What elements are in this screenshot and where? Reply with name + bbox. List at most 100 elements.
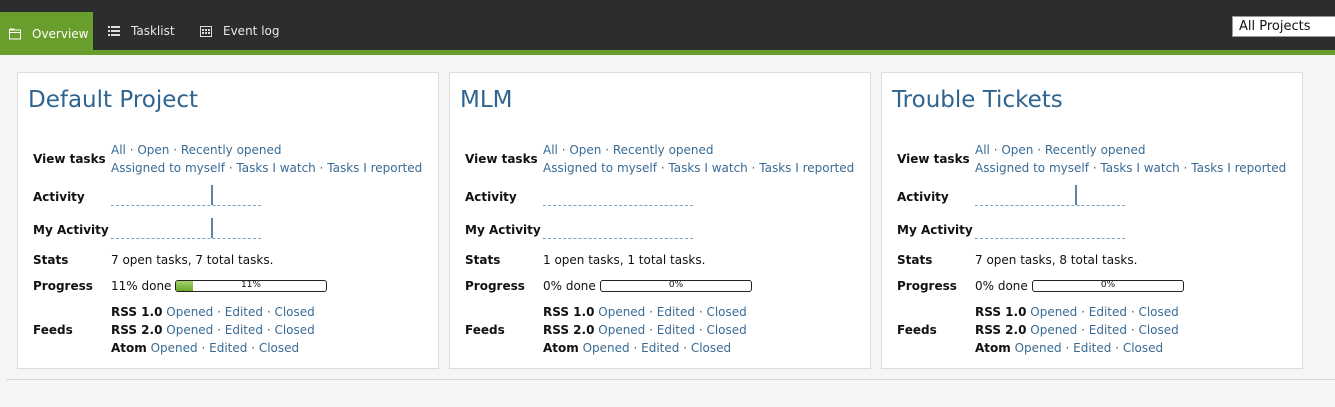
stats-label: Stats <box>33 253 69 267</box>
link-all[interactable]: All <box>975 143 990 157</box>
feed-atom-label: Atom <box>543 341 579 355</box>
feeds-label: Feeds <box>33 323 73 337</box>
tab-overview[interactable]: Overview <box>0 12 93 55</box>
feed-opened-link[interactable]: Opened <box>1030 323 1077 337</box>
link-open[interactable]: Open <box>137 143 169 157</box>
link-tasks-i-watch[interactable]: Tasks I watch <box>1100 161 1179 175</box>
link-all[interactable]: All <box>543 143 558 157</box>
link-assigned-to-myself[interactable]: Assigned to myself <box>975 161 1089 175</box>
separator: · <box>1127 323 1139 337</box>
feeds-label: Feeds <box>897 323 937 337</box>
tab-tasklist[interactable]: Tasklist <box>108 12 175 50</box>
tab-label: Overview <box>32 26 89 41</box>
progress-text: 0% done <box>975 279 1028 293</box>
stats-label: Stats <box>465 253 501 267</box>
link-tasks-i-reported[interactable]: Tasks I reported <box>759 161 854 175</box>
feed-edited-link[interactable]: Edited <box>1089 323 1127 337</box>
feed-rss2-label: RSS 2.0 <box>543 323 595 337</box>
feed-edited-link[interactable]: Edited <box>209 341 247 355</box>
project-select[interactable]: All Projects <box>1232 16 1335 37</box>
tab-label: Event log <box>223 24 280 38</box>
project-panel: MLM View tasks All · Open · Recently opene… <box>449 72 871 369</box>
link-recently-opened[interactable]: Recently opened <box>613 143 714 157</box>
separator: · <box>315 161 328 175</box>
link-tasks-i-watch[interactable]: Tasks I watch <box>236 161 315 175</box>
feed-closed-link[interactable]: Closed <box>1123 341 1163 355</box>
view-tasks-label: View tasks <box>465 152 538 166</box>
feeds-label: Feeds <box>465 323 505 337</box>
separator: · <box>695 305 707 319</box>
activity-spike <box>1075 185 1077 205</box>
separator: · <box>224 161 237 175</box>
link-recently-opened[interactable]: Recently opened <box>181 143 282 157</box>
project-title[interactable]: Trouble Tickets <box>892 87 1063 113</box>
view-tasks-label: View tasks <box>33 152 106 166</box>
feed-edited-link[interactable]: Edited <box>1089 305 1127 319</box>
separator: · <box>1077 323 1089 337</box>
view-tasks-label: View tasks <box>897 152 970 166</box>
feed-opened-link[interactable]: Opened <box>151 341 198 355</box>
feed-edited-link[interactable]: Edited <box>1073 341 1111 355</box>
link-tasks-i-reported[interactable]: Tasks I reported <box>327 161 422 175</box>
feed-opened-link[interactable]: Opened <box>1015 341 1062 355</box>
link-tasks-i-watch[interactable]: Tasks I watch <box>668 161 747 175</box>
feed-opened-link[interactable]: Opened <box>583 341 630 355</box>
feed-edited-link[interactable]: Edited <box>657 323 695 337</box>
link-open[interactable]: Open <box>569 143 601 157</box>
feed-opened-link[interactable]: Opened <box>598 323 645 337</box>
view-tasks-links: All · Open · Recently opened Assigned to … <box>543 141 854 177</box>
feed-edited-link[interactable]: Edited <box>657 305 695 319</box>
feed-opened-link[interactable]: Opened <box>598 305 645 319</box>
progress-label: Progress <box>897 279 957 293</box>
link-assigned-to-myself[interactable]: Assigned to myself <box>543 161 657 175</box>
separator: · <box>601 143 613 157</box>
separator: · <box>125 143 138 157</box>
activity-sparkline <box>111 185 261 206</box>
activity-label: Activity <box>897 190 949 204</box>
view-tasks-links: All · Open · Recently opened Assigned to … <box>975 141 1286 177</box>
feed-opened-link[interactable]: Opened <box>166 305 213 319</box>
progress-bar: 0% <box>600 280 752 292</box>
separator: · <box>747 161 760 175</box>
link-tasks-i-reported[interactable]: Tasks I reported <box>1191 161 1286 175</box>
top-navigation-bar: Overview Tasklist Event log All Projects <box>0 0 1335 55</box>
feed-edited-link[interactable]: Edited <box>225 323 263 337</box>
project-panel: Default Project View tasks All · Open · Re… <box>17 72 439 369</box>
feed-closed-link[interactable]: Closed <box>259 341 299 355</box>
stats-value: 1 open tasks, 1 total tasks. <box>543 253 706 267</box>
feeds-links: RSS 1.0 Opened · Edited · Closed RSS 2.0 … <box>975 303 1179 357</box>
feed-closed-link[interactable]: Closed <box>274 323 314 337</box>
feed-closed-link[interactable]: Closed <box>1138 305 1178 319</box>
progress-bar-label: 11% <box>240 280 261 290</box>
link-recently-opened[interactable]: Recently opened <box>1045 143 1146 157</box>
project-title[interactable]: MLM <box>460 87 513 113</box>
feed-closed-link[interactable]: Closed <box>1138 323 1178 337</box>
progress-label: Progress <box>33 279 93 293</box>
separator: · <box>1077 305 1089 319</box>
feed-closed-link[interactable]: Closed <box>274 305 314 319</box>
feed-closed-link[interactable]: Closed <box>706 323 746 337</box>
feed-rss1-label: RSS 1.0 <box>975 305 1027 319</box>
my-activity-sparkline <box>975 219 1125 239</box>
list-icon <box>108 26 120 36</box>
separator: · <box>1061 341 1074 355</box>
feed-opened-link[interactable]: Opened <box>166 323 213 337</box>
project-title[interactable]: Default Project <box>28 87 198 113</box>
feed-edited-link[interactable]: Edited <box>641 341 679 355</box>
progress-text: 0% done <box>543 279 596 293</box>
feed-edited-link[interactable]: Edited <box>225 305 263 319</box>
link-all[interactable]: All <box>111 143 126 157</box>
feed-opened-link[interactable]: Opened <box>1030 305 1077 319</box>
folder-icon <box>9 28 21 39</box>
tab-event-log[interactable]: Event log <box>200 12 279 50</box>
feed-atom-label: Atom <box>975 341 1011 355</box>
link-assigned-to-myself[interactable]: Assigned to myself <box>111 161 225 175</box>
calendar-icon <box>200 26 212 37</box>
footer-divider <box>6 379 1335 380</box>
link-open[interactable]: Open <box>1001 143 1033 157</box>
separator: · <box>656 161 669 175</box>
feed-rss2-label: RSS 2.0 <box>111 323 163 337</box>
feed-closed-link[interactable]: Closed <box>706 305 746 319</box>
progress-bar: 11% <box>175 280 327 292</box>
feed-closed-link[interactable]: Closed <box>691 341 731 355</box>
